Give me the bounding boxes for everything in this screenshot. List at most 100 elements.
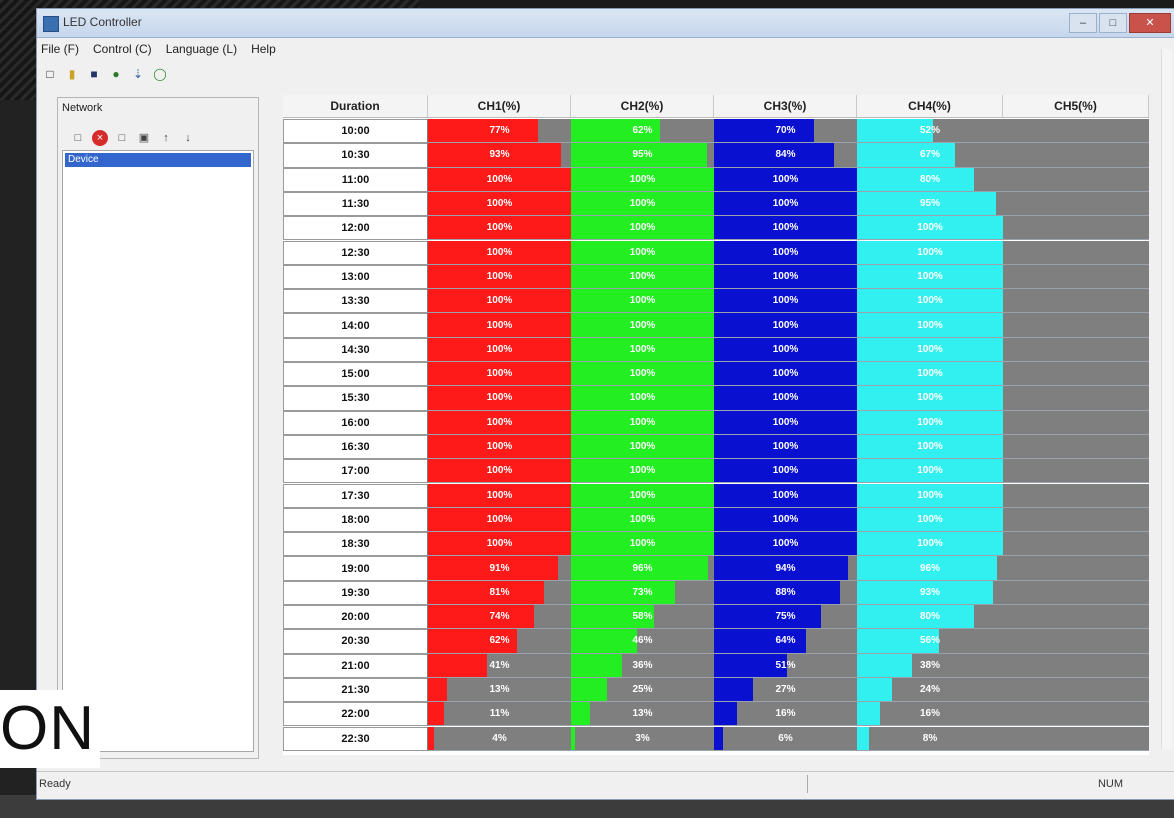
channel-cell-ch5[interactable] [1003,532,1149,557]
channel-cell-ch3[interactable]: 100% [714,532,857,557]
table-row[interactable]: 11:00 100% 100% 100% 80% [283,167,1149,192]
channel-cell-ch3[interactable]: 27% [714,677,857,703]
time-cell[interactable]: 11:30 [283,191,428,217]
channel-cell-ch4[interactable]: 100% [857,313,1003,338]
table-row[interactable]: 16:00 100% 100% 100% 100% [283,410,1149,435]
time-cell[interactable]: 16:00 [283,410,428,435]
channel-cell-ch1[interactable]: 100% [428,167,571,192]
channel-cell-ch5[interactable] [1003,362,1149,387]
channel-cell-ch1[interactable]: 100% [428,313,571,338]
channel-cell-ch5[interactable] [1003,216,1149,241]
time-cell[interactable]: 14:30 [283,337,428,362]
channel-cell-ch2[interactable]: 58% [571,605,714,630]
channel-cell-ch3[interactable]: 70% [714,119,857,144]
time-cell[interactable]: 13:00 [283,264,428,290]
channel-cell-ch3[interactable]: 6% [714,726,857,751]
channel-cell-ch2[interactable]: 100% [571,216,714,241]
minimize-button[interactable]: – [1069,13,1097,33]
channel-cell-ch4[interactable]: 100% [857,483,1003,508]
channel-cell-ch4[interactable]: 100% [857,264,1003,290]
channel-cell-ch4[interactable]: 100% [857,362,1003,387]
channel-cell-ch5[interactable] [1003,629,1149,654]
time-cell[interactable]: 22:00 [283,702,428,727]
channel-cell-ch1[interactable]: 41% [428,653,571,678]
channel-cell-ch5[interactable] [1003,313,1149,338]
channel-cell-ch3[interactable]: 100% [714,459,857,484]
time-cell[interactable]: 21:00 [283,653,428,678]
copy-icon[interactable]: ▣ [136,130,152,146]
channel-cell-ch4[interactable]: 24% [857,677,1003,703]
time-cell[interactable]: 16:30 [283,434,428,460]
channel-cell-ch4[interactable]: 16% [857,702,1003,727]
channel-cell-ch2[interactable]: 95% [571,143,714,168]
maximize-button[interactable]: □ [1099,13,1127,33]
time-cell[interactable]: 19:30 [283,580,428,605]
channel-cell-ch5[interactable] [1003,143,1149,168]
channel-cell-ch2[interactable]: 100% [571,507,714,533]
table-row[interactable]: 17:30 100% 100% 100% 100% [283,483,1149,508]
table-row[interactable]: 19:30 81% 73% 88% 93% [283,580,1149,605]
header-ch4[interactable]: CH4(%) [857,95,1003,117]
channel-cell-ch1[interactable]: 100% [428,362,571,387]
move-down-icon[interactable]: ↓ [180,130,196,146]
channel-cell-ch2[interactable]: 46% [571,629,714,654]
channel-cell-ch4[interactable]: 100% [857,216,1003,241]
channel-cell-ch3[interactable]: 94% [714,556,857,581]
channel-cell-ch3[interactable]: 100% [714,483,857,508]
channel-cell-ch4[interactable]: 100% [857,459,1003,484]
channel-cell-ch1[interactable]: 100% [428,337,571,362]
channel-cell-ch2[interactable]: 100% [571,410,714,435]
channel-cell-ch1[interactable]: 100% [428,532,571,557]
channel-cell-ch5[interactable] [1003,191,1149,217]
channel-cell-ch3[interactable]: 75% [714,605,857,630]
channel-cell-ch5[interactable] [1003,580,1149,605]
menu-control[interactable]: Control (C) [93,42,152,56]
time-cell[interactable]: 17:00 [283,459,428,484]
channel-cell-ch5[interactable] [1003,264,1149,290]
header-time[interactable]: Duration [283,95,428,117]
table-row[interactable]: 12:30 100% 100% 100% 100% [283,240,1149,265]
add-icon[interactable]: □ [70,130,86,146]
channel-cell-ch1[interactable]: 100% [428,507,571,533]
channel-cell-ch4[interactable]: 67% [857,143,1003,168]
channel-cell-ch2[interactable]: 100% [571,459,714,484]
channel-cell-ch1[interactable]: 93% [428,143,571,168]
header-ch5[interactable]: CH5(%) [1003,95,1149,117]
channel-cell-ch5[interactable] [1003,726,1149,751]
header-ch2[interactable]: CH2(%) [571,95,714,117]
channel-cell-ch3[interactable]: 100% [714,313,857,338]
table-row[interactable]: 22:30 4% 3% 6% 8% [283,726,1149,751]
channel-cell-ch3[interactable]: 100% [714,410,857,435]
list-item[interactable]: Device [65,153,251,167]
channel-cell-ch3[interactable]: 100% [714,216,857,241]
time-cell[interactable]: 10:00 [283,119,428,144]
channel-cell-ch4[interactable]: 80% [857,605,1003,630]
channel-cell-ch1[interactable]: 100% [428,483,571,508]
channel-cell-ch4[interactable]: 96% [857,556,1003,581]
channel-cell-ch1[interactable]: 100% [428,410,571,435]
time-cell[interactable]: 15:30 [283,386,428,411]
header-ch3[interactable]: CH3(%) [714,95,857,117]
channel-cell-ch1[interactable]: 77% [428,119,571,144]
channel-cell-ch1[interactable]: 100% [428,434,571,460]
channel-cell-ch4[interactable]: 100% [857,386,1003,411]
channel-cell-ch4[interactable]: 100% [857,337,1003,362]
channel-cell-ch5[interactable] [1003,337,1149,362]
channel-cell-ch1[interactable]: 74% [428,605,571,630]
channel-cell-ch1[interactable]: 13% [428,677,571,703]
channel-cell-ch5[interactable] [1003,653,1149,678]
channel-cell-ch3[interactable]: 100% [714,386,857,411]
channel-cell-ch4[interactable]: 38% [857,653,1003,678]
channel-cell-ch5[interactable] [1003,459,1149,484]
channel-cell-ch2[interactable]: 100% [571,434,714,460]
channel-cell-ch4[interactable]: 100% [857,410,1003,435]
channel-cell-ch4[interactable]: 100% [857,289,1003,314]
channel-cell-ch3[interactable]: 84% [714,143,857,168]
time-cell[interactable]: 12:00 [283,216,428,241]
channel-cell-ch2[interactable]: 96% [571,556,714,581]
channel-cell-ch5[interactable] [1003,483,1149,508]
channel-cell-ch2[interactable]: 100% [571,386,714,411]
menu-file[interactable]: File (F) [41,42,79,56]
close-button[interactable]: ✕ [1129,13,1171,33]
time-cell[interactable]: 17:30 [283,483,428,508]
